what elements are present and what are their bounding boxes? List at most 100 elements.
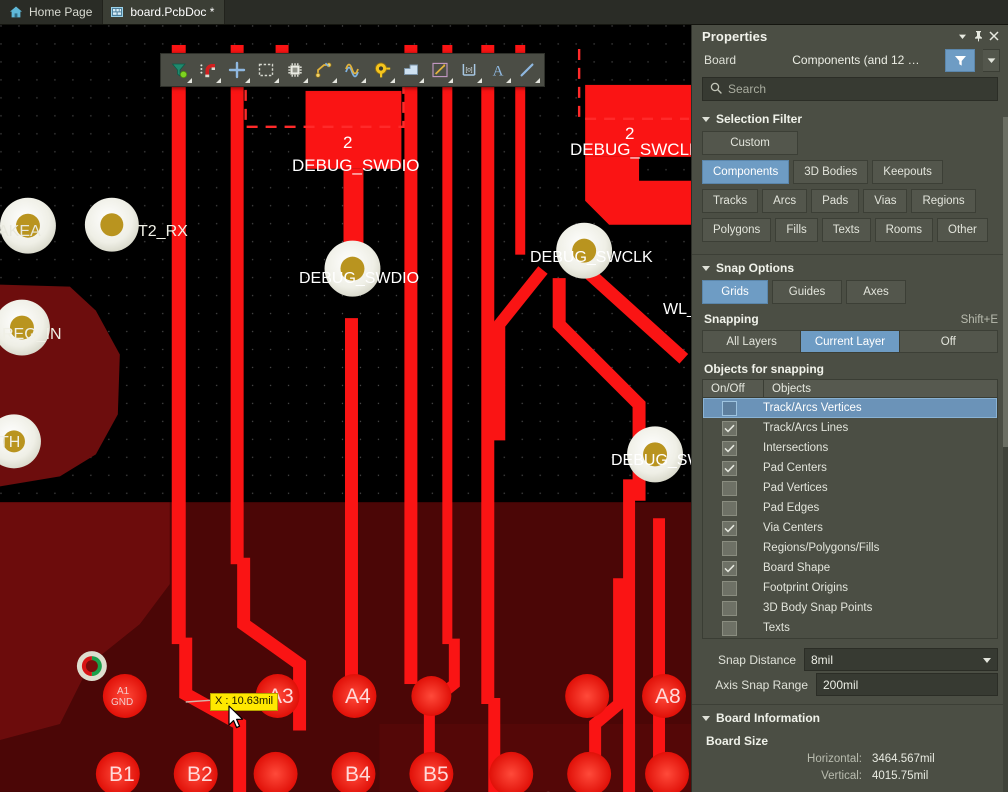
filter-components[interactable]: Components (702, 160, 790, 184)
table-row[interactable]: Pad Centers (703, 458, 997, 478)
collapse-triangle-icon (702, 716, 710, 721)
axis-snap-range-row: Axis Snap Range 200mil (692, 672, 1008, 697)
custom-button[interactable]: Custom (702, 131, 798, 155)
room-icon[interactable]: [o] (454, 56, 483, 84)
snap-label-board-shape: Board Shape (763, 562, 831, 574)
filter-other[interactable]: Other (937, 218, 988, 242)
snap-checkbox-intersections[interactable] (703, 438, 755, 458)
filter-polygons[interactable]: Polygons (702, 218, 772, 242)
table-row[interactable]: Intersections (703, 438, 997, 458)
dimension-icon[interactable] (425, 56, 454, 84)
selection-filter-row-2: Tracks Arcs Pads Vias Regions (692, 189, 1008, 218)
filter-tracks[interactable]: Tracks (702, 189, 759, 213)
filter-keepouts[interactable]: Keepouts (872, 160, 943, 184)
search-input[interactable] (728, 82, 990, 96)
pcb-canvas[interactable]: [o] A 2 DEBUG_SWDIO 2 DEBUG_SWCLK AKEA T… (0, 25, 691, 792)
snap-distance-value: 8mil (811, 652, 834, 667)
snapping-all-layers[interactable]: All Layers (703, 331, 802, 352)
tab-home-page[interactable]: Home Page (2, 0, 104, 24)
snap-label-texts: Texts (763, 622, 790, 634)
home-icon (9, 5, 23, 19)
properties-scrollbar[interactable] (1003, 117, 1008, 792)
axis-snap-range-label: Axis Snap Range (715, 677, 808, 692)
snap-label-track-arcs-vertices: Track/Arcs Vertices (763, 402, 862, 414)
document-tab-strip: Home Page board.PcbDoc * (0, 0, 1008, 25)
divider (692, 704, 1008, 705)
selection-filter-row-1: Components 3D Bodies Keepouts (692, 160, 1008, 189)
filter-3d-bodies[interactable]: 3D Bodies (793, 160, 869, 184)
snapping-off[interactable]: Off (899, 331, 997, 352)
filter-arcs[interactable]: Arcs (762, 189, 808, 213)
close-panel-button[interactable] (986, 28, 1002, 44)
chevron-down-icon[interactable] (983, 48, 1000, 72)
snap-checkbox-via-centers[interactable] (703, 518, 755, 538)
section-selection-filter[interactable]: Selection Filter (692, 109, 1008, 131)
table-row[interactable]: Via Centers (703, 518, 997, 538)
magnet-snap-icon[interactable] (193, 56, 222, 84)
crosshair-place-icon[interactable] (222, 56, 251, 84)
snap-checkbox-pad-edges[interactable] (703, 498, 755, 518)
table-row[interactable]: 3D Body Snap Points (703, 598, 997, 618)
axis-snap-range-input[interactable]: 200mil (816, 673, 998, 696)
pin-panel-button[interactable] (970, 28, 986, 44)
board-size-vertical-row: Vertical: 4015.75mil (692, 768, 1008, 785)
section-board-information-label: Board Information (716, 711, 820, 725)
snap-mode-grids[interactable]: Grids (702, 280, 768, 304)
table-row[interactable]: Board Shape (703, 558, 997, 578)
dropdown-arrow-icon (216, 78, 221, 83)
snap-checkbox-3d-body-snap-points[interactable] (703, 598, 755, 618)
rectangle-select-icon[interactable] (251, 56, 280, 84)
properties-panel: Properties Board Components (and 12 more… (691, 25, 1008, 792)
section-snap-options[interactable]: Snap Options (692, 258, 1008, 280)
dropdown-arrow-icon (477, 78, 482, 83)
panel-menu-button[interactable] (954, 28, 970, 44)
differential-pair-icon[interactable] (338, 56, 367, 84)
snap-checkbox-track-arcs-vertices[interactable] (703, 398, 755, 418)
funnel-icon[interactable] (945, 48, 976, 72)
route-track-icon[interactable] (309, 56, 338, 84)
divider (692, 254, 1008, 255)
table-row[interactable]: Pad Vertices (703, 478, 997, 498)
snap-distance-row: Snap Distance 8mil (692, 647, 1008, 672)
line-icon[interactable] (512, 56, 541, 84)
snap-mode-guides[interactable]: Guides (772, 280, 842, 304)
table-row[interactable]: Regions/Polygons/Fills (703, 538, 997, 558)
snap-checkbox-board-shape[interactable] (703, 558, 755, 578)
filter-texts[interactable]: Texts (821, 218, 871, 242)
table-row[interactable]: Track/Arcs Lines (703, 418, 997, 438)
snap-distance-select[interactable]: 8mil (804, 648, 998, 671)
snap-checkbox-pad-vertices[interactable] (703, 478, 755, 498)
table-row[interactable]: Texts (703, 618, 997, 638)
snap-checkbox-footprint-origins[interactable] (703, 578, 755, 598)
snap-checkbox-track-arcs-lines[interactable] (703, 418, 755, 438)
selection-filter-row-3: Polygons Fills Texts Rooms Other (692, 218, 1008, 247)
board-size-horizontal-value: 3464.567mil (872, 753, 935, 765)
via-icon[interactable] (367, 56, 396, 84)
snap-label-regions-polygons-fills: Regions/Polygons/Fills (763, 542, 880, 554)
table-row[interactable]: Footprint Origins (703, 578, 997, 598)
snap-checkbox-regions-polygons-fills[interactable] (703, 538, 755, 558)
board-size-vertical-value: 4015.75mil (872, 770, 929, 782)
snap-mode-axes[interactable]: Axes (846, 280, 906, 304)
filter-rooms[interactable]: Rooms (874, 218, 934, 242)
text-string-icon[interactable]: A (483, 56, 512, 84)
filter-fills[interactable]: Fills (775, 218, 818, 242)
polygon-pour-icon[interactable] (396, 56, 425, 84)
component-chip-icon[interactable] (280, 56, 309, 84)
properties-panel-header: Properties (692, 25, 1008, 47)
snapping-current-layer[interactable]: Current Layer (801, 331, 900, 352)
section-board-information[interactable]: Board Information (692, 708, 1008, 730)
snap-checkbox-pad-centers[interactable] (703, 458, 755, 478)
snap-checkbox-texts[interactable] (703, 618, 755, 638)
filter-regions[interactable]: Regions (911, 189, 976, 213)
tab-board-pcbdoc-label: board.PcbDoc * (130, 5, 215, 19)
selection-filter-icon[interactable] (164, 56, 193, 84)
search-box[interactable] (702, 77, 998, 101)
table-row[interactable]: Track/Arcs Vertices (703, 398, 997, 418)
scrollbar-thumb[interactable] (1003, 117, 1008, 447)
filter-pads[interactable]: Pads (811, 189, 860, 213)
dropdown-arrow-icon (303, 78, 308, 83)
table-row[interactable]: Pad Edges (703, 498, 997, 518)
filter-vias[interactable]: Vias (863, 189, 908, 213)
tab-board-pcbdoc[interactable]: board.PcbDoc * (103, 0, 226, 24)
